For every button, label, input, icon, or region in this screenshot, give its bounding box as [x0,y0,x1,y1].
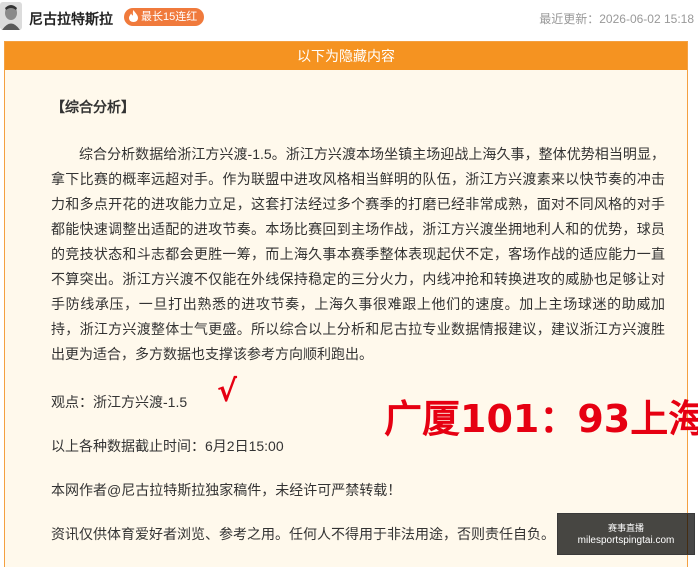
site-watermark: 赛事直播 milesportspingtai.com [557,513,695,555]
post-header: 尼古拉特斯拉 最长15连红 最近更新：2026-06-02 15:18 [0,0,698,36]
viewpoint-text: 观点：浙江方兴渡-1.5 [51,394,188,410]
flame-icon [129,10,138,22]
author-name[interactable]: 尼古拉特斯拉 [29,9,113,29]
author-avatar[interactable] [0,2,22,30]
streak-label: 最长15连红 [141,11,198,23]
check-mark: √ [217,374,238,409]
watermark-url: milesportspingtai.com [577,535,675,546]
analysis-paragraph: 综合分析数据给浙江方兴渡-1.5。浙江方兴渡本场坐镇主场迎战上海久事，整体优势相… [51,146,665,362]
section-title: 【综合分析】 [51,99,135,115]
hidden-content-box: 以下为隐藏内容 【综合分析】 综合分析数据给浙江方兴渡-1.5。浙江方兴渡本场坐… [4,41,688,567]
hidden-content-header: 以下为隐藏内容 [5,42,687,70]
article-content: 【综合分析】 综合分析数据给浙江方兴渡-1.5。浙江方兴渡本场坐镇主场迎战上海久… [51,96,665,545]
score-overlay: 广厦101：93上海 [384,397,698,441]
last-updated: 最近更新：2026-06-02 15:18 [539,12,694,26]
watermark-title: 赛事直播 [607,523,644,533]
streak-badge: 最长15连红 [124,8,205,26]
author-note: 本网作者@尼古拉特斯拉独家稿件，未经许可严禁转载！ [51,482,402,498]
